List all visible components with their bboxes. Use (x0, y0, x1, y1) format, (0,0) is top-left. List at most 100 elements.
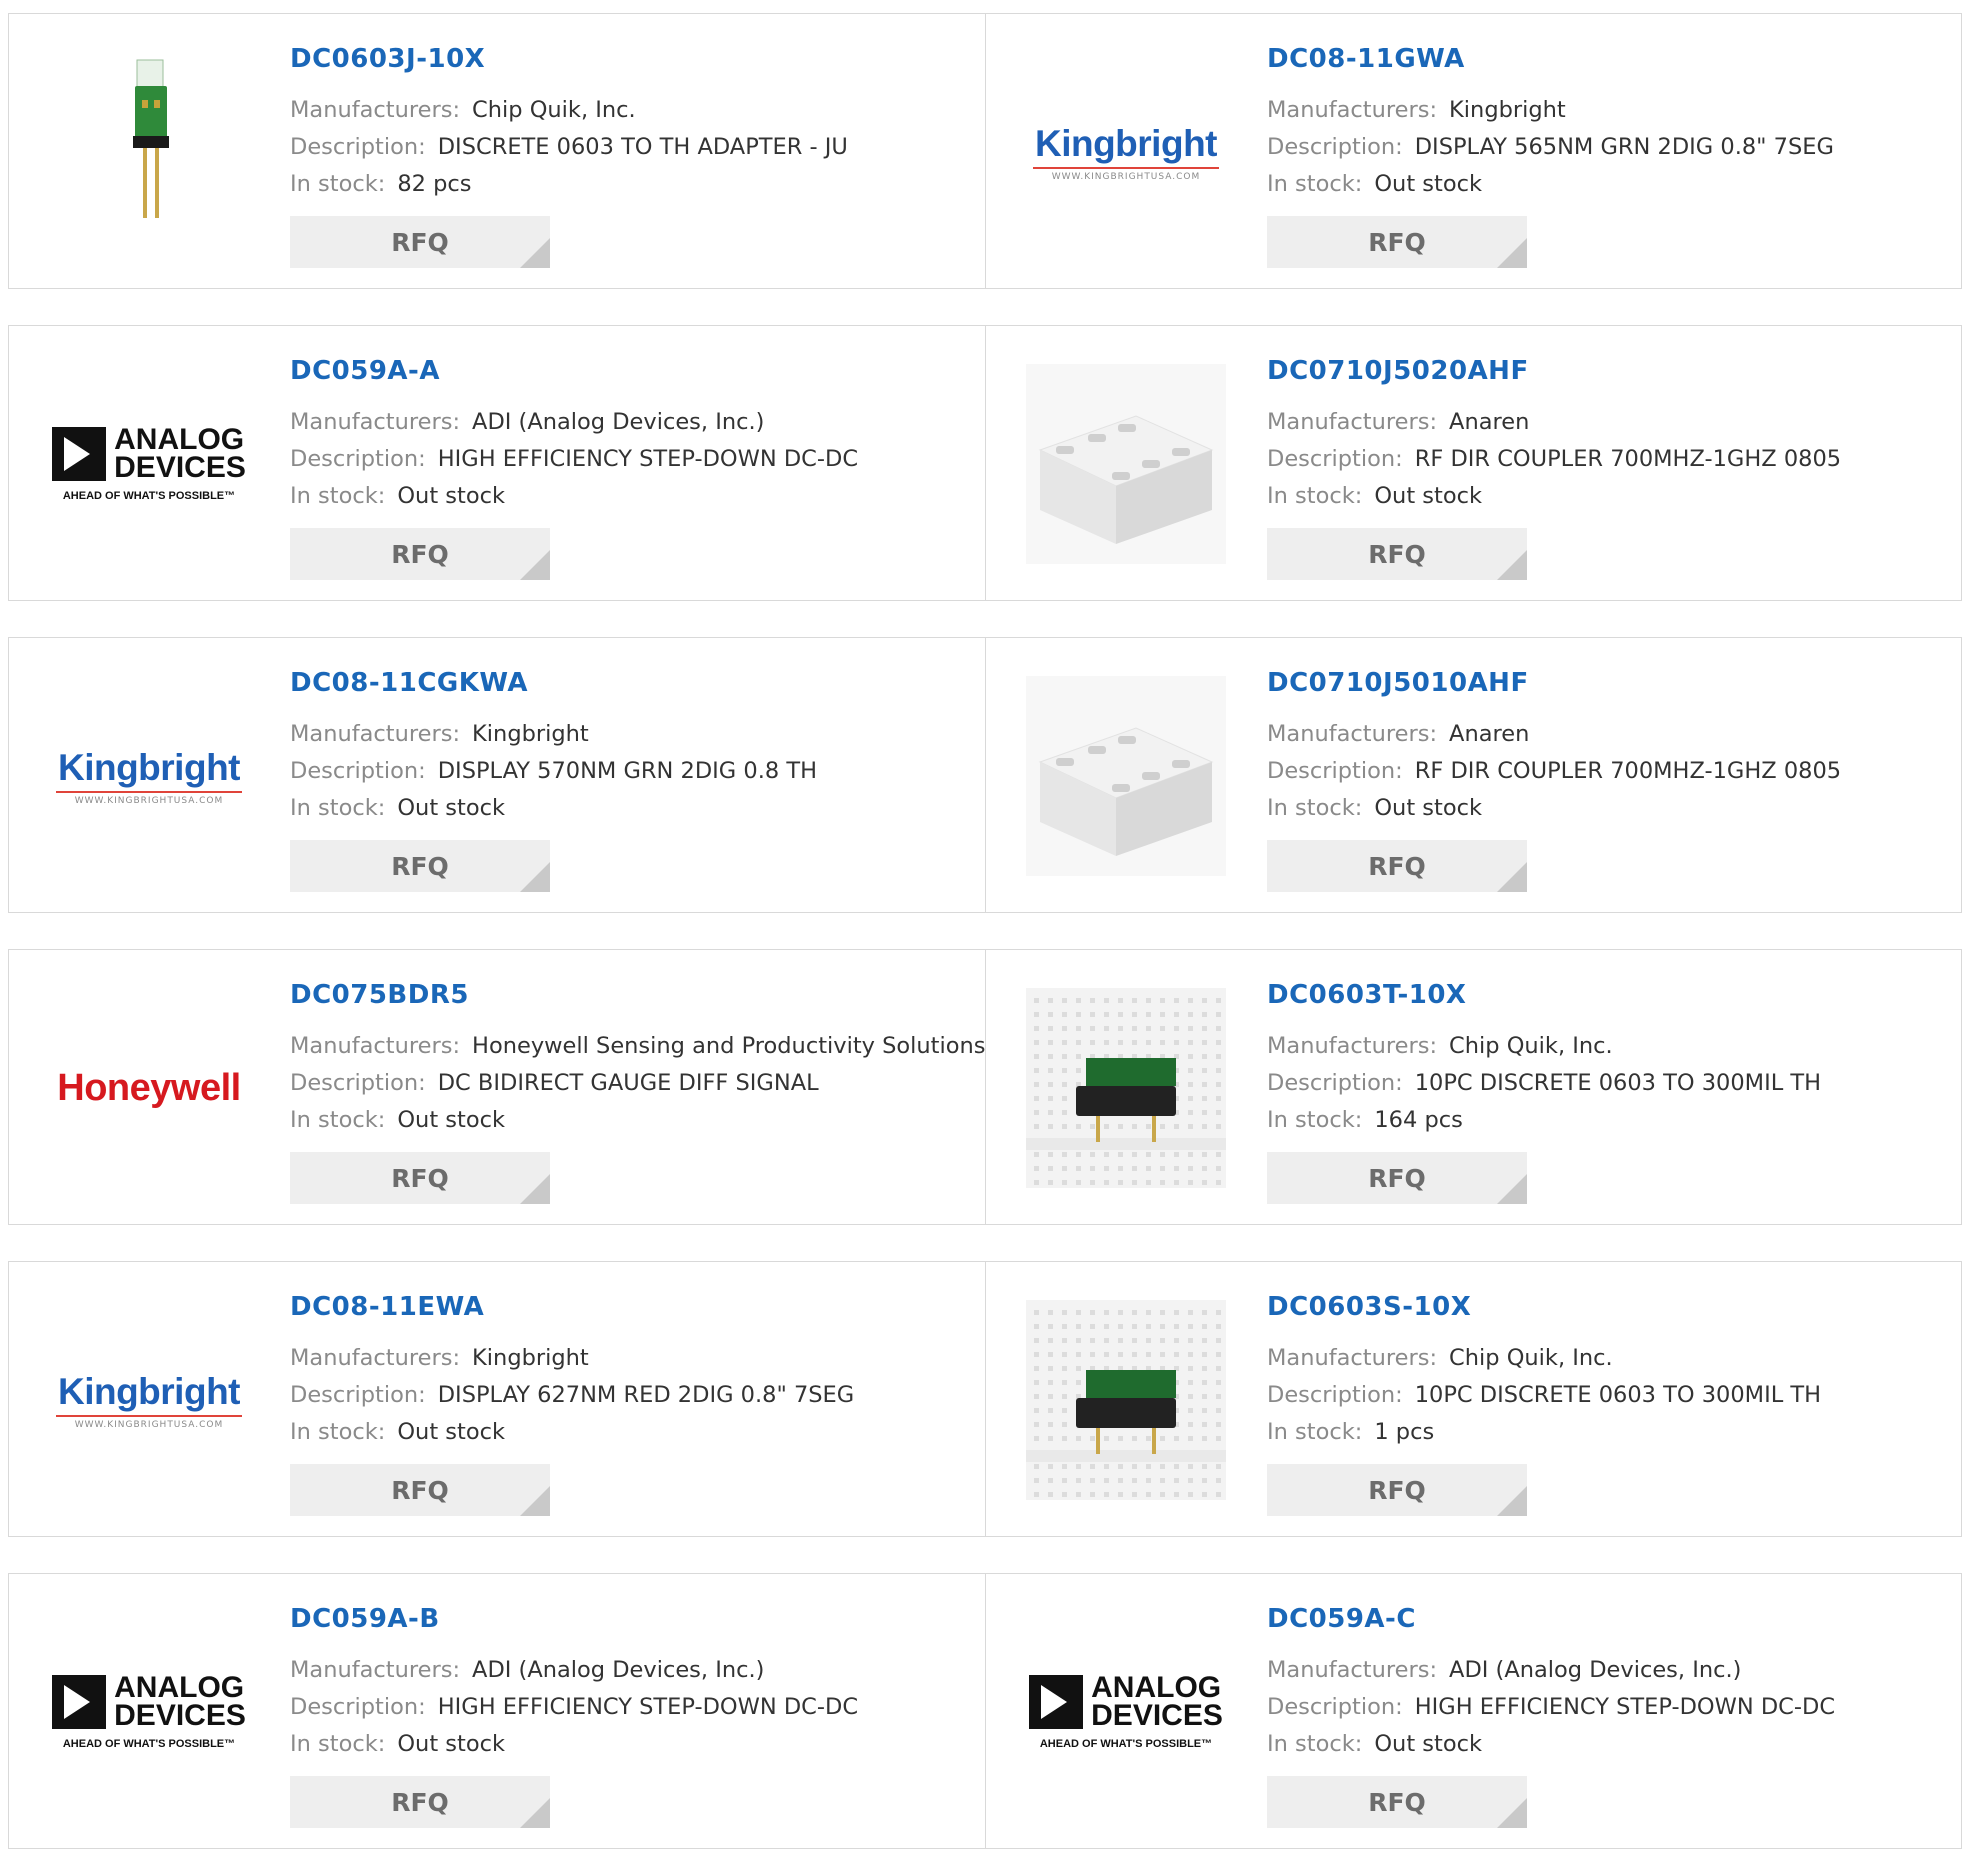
honeywell-logo: Honeywell (57, 1066, 241, 1109)
manufacturer-value: ADI (Analog Devices, Inc.) (1449, 1657, 1742, 1683)
stock-value: 1 pcs (1374, 1419, 1435, 1445)
product-card: Kingbright WWW.KINGBRIGHTUSA.COM DC08-11C… (8, 637, 986, 913)
stock-value: 82 pcs (397, 171, 472, 197)
adi-tagline: AHEAD OF WHAT'S POSSIBLE™ (62, 1738, 236, 1750)
kingbright-logo: Kingbright WWW.KINGBRIGHTUSA.COM (56, 1371, 242, 1430)
part-number-link[interactable]: DC08-11CGKWA (290, 668, 975, 698)
adi-line1: ANALOG (114, 423, 245, 456)
product-info: DC059A-B Manufacturers: ADI (Analog Devic… (290, 1604, 975, 1763)
product-card: ANALOG DEVICES AHEAD OF WHAT'S POSSIBLE™ D… (8, 1573, 986, 1849)
rfq-button[interactable]: RFQ (1267, 1776, 1527, 1828)
kingbright-url: WWW.KINGBRIGHTUSA.COM (74, 1419, 224, 1430)
part-number-link[interactable]: DC075BDR5 (290, 980, 975, 1010)
rfq-button[interactable]: RFQ (290, 528, 550, 580)
rfq-button[interactable]: RFQ (290, 840, 550, 892)
rfq-button[interactable]: RFQ (1267, 840, 1527, 892)
stock-value: Out stock (397, 1731, 505, 1757)
product-image[interactable] (1026, 1300, 1226, 1500)
product-image[interactable] (1026, 364, 1226, 564)
stock-row: In stock: Out stock (1267, 478, 1951, 515)
description-row: Description: HIGH EFFICIENCY STEP-DOWN DC… (1267, 1689, 1951, 1726)
kingbright-wordmark: Kingbright (57, 746, 241, 788)
manufacturer-value: ADI (Analog Devices, Inc.) (472, 409, 765, 435)
manufacturer-label: Manufacturers: (290, 97, 461, 123)
part-number-link[interactable]: DC0603T-10X (1267, 980, 1951, 1010)
rfq-button[interactable]: RFQ (290, 216, 550, 268)
kingbright-underline (56, 1414, 242, 1417)
corner-fold-icon (1497, 238, 1527, 268)
corner-fold-icon (520, 238, 550, 268)
stock-label: In stock: (290, 171, 386, 197)
part-number-link[interactable]: DC0603S-10X (1267, 1292, 1951, 1322)
coupler-chip-icon (1026, 364, 1226, 564)
manufacturer-row: Manufacturers: ADI (Analog Devices, Inc.) (290, 404, 975, 441)
description-row: Description: DISPLAY 570NM GRN 2DIG 0.8 T… (290, 753, 975, 790)
stock-value: Out stock (1374, 1731, 1482, 1757)
product-image[interactable]: Kingbright WWW.KINGBRIGHTUSA.COM (49, 676, 249, 876)
adi-wordmark: ANALOG DEVICES (114, 1673, 246, 1731)
rfq-button[interactable]: RFQ (290, 1464, 550, 1516)
adi-wordmark: ANALOG DEVICES (1091, 1673, 1223, 1731)
product-info: DC0710J5020AHF Manufacturers: Anaren Desc… (1267, 356, 1951, 515)
product-card: DC0710J5010AHF Manufacturers: Anaren Desc… (986, 637, 1962, 913)
product-info: DC0603S-10X Manufacturers: Chip Quik, Inc… (1267, 1292, 1951, 1451)
product-image[interactable] (1026, 988, 1226, 1188)
manufacturer-value: Kingbright (472, 1345, 589, 1371)
part-number-link[interactable]: DC0710J5010AHF (1267, 668, 1951, 698)
rfq-button[interactable]: RFQ (1267, 1152, 1527, 1204)
adi-logo-top: ANALOG DEVICES (1029, 1673, 1223, 1731)
stock-label: In stock: (290, 795, 386, 821)
rfq-button[interactable]: RFQ (1267, 528, 1527, 580)
product-image[interactable]: Kingbright WWW.KINGBRIGHTUSA.COM (1026, 52, 1226, 252)
product-card: DC0603J-10X Manufacturers: Chip Quik, Inc… (8, 13, 986, 289)
description-label: Description: (1267, 1382, 1403, 1408)
stock-label: In stock: (1267, 1107, 1363, 1133)
manufacturer-row: Manufacturers: Kingbright (290, 716, 975, 753)
rfq-button[interactable]: RFQ (1267, 1464, 1527, 1516)
stock-row: In stock: Out stock (290, 478, 975, 515)
product-card: DC0710J5020AHF Manufacturers: Anaren Desc… (986, 325, 1962, 601)
stock-row: In stock: Out stock (290, 1102, 975, 1139)
part-number-link[interactable]: DC059A-B (290, 1604, 975, 1634)
stock-label: In stock: (290, 1107, 386, 1133)
stock-row: In stock: Out stock (290, 790, 975, 827)
stock-label: In stock: (290, 483, 386, 509)
kingbright-logo: Kingbright WWW.KINGBRIGHTUSA.COM (1033, 123, 1219, 182)
adi-triangle-icon (52, 427, 107, 481)
product-image[interactable]: ANALOG DEVICES AHEAD OF WHAT'S POSSIBLE™ (49, 1612, 249, 1812)
part-number-link[interactable]: DC08-11EWA (290, 1292, 975, 1322)
manufacturer-value: Kingbright (1449, 97, 1566, 123)
part-number-link[interactable]: DC0710J5020AHF (1267, 356, 1951, 386)
description-value: RF DIR COUPLER 700MHZ-1GHZ 0805 (1414, 446, 1842, 472)
part-number-link[interactable]: DC059A-C (1267, 1604, 1951, 1634)
adi-logo-top: ANALOG DEVICES (52, 423, 246, 483)
stock-label: In stock: (1267, 171, 1363, 197)
corner-fold-icon (520, 1174, 550, 1204)
manufacturer-value: ADI (Analog Devices, Inc.) (472, 1657, 765, 1683)
kingbright-logo: Kingbright WWW.KINGBRIGHTUSA.COM (56, 747, 242, 806)
product-info: DC08-11CGKWA Manufacturers: Kingbright De… (290, 668, 975, 827)
product-image[interactable]: ANALOG DEVICES AHEAD OF WHAT'S POSSIBLE™ (49, 364, 249, 564)
manufacturer-row: Manufacturers: Chip Quik, Inc. (1267, 1340, 1951, 1377)
product-image[interactable]: Kingbright WWW.KINGBRIGHTUSA.COM (49, 1300, 249, 1500)
description-label: Description: (290, 134, 426, 160)
product-image[interactable]: Honeywell (49, 988, 249, 1188)
rfq-button[interactable]: RFQ (290, 1776, 550, 1828)
description-row: Description: RF DIR COUPLER 700MHZ-1GHZ 0… (1267, 441, 1951, 478)
product-image[interactable] (49, 52, 249, 252)
product-card: DC0603S-10X Manufacturers: Chip Quik, Inc… (986, 1261, 1962, 1537)
part-number-link[interactable]: DC0603J-10X (290, 44, 975, 74)
product-card: Honeywell DC075BDR5 Manufacturers: Honeyw… (8, 949, 986, 1225)
description-label: Description: (290, 1382, 426, 1408)
product-image[interactable]: ANALOG DEVICES AHEAD OF WHAT'S POSSIBLE™ (1026, 1612, 1226, 1812)
part-number-link[interactable]: DC08-11GWA (1267, 44, 1951, 74)
rfq-button[interactable]: RFQ (290, 1152, 550, 1204)
kingbright-wordmark: Kingbright (1034, 122, 1218, 164)
rfq-label: RFQ (391, 1787, 449, 1817)
product-image[interactable] (1026, 676, 1226, 876)
rfq-button[interactable]: RFQ (1267, 216, 1527, 268)
part-number-link[interactable]: DC059A-A (290, 356, 975, 386)
stock-value: Out stock (397, 1419, 505, 1445)
adi-logo: ANALOG DEVICES AHEAD OF WHAT'S POSSIBLE™ (52, 1673, 246, 1750)
rfq-label: RFQ (1368, 539, 1426, 569)
